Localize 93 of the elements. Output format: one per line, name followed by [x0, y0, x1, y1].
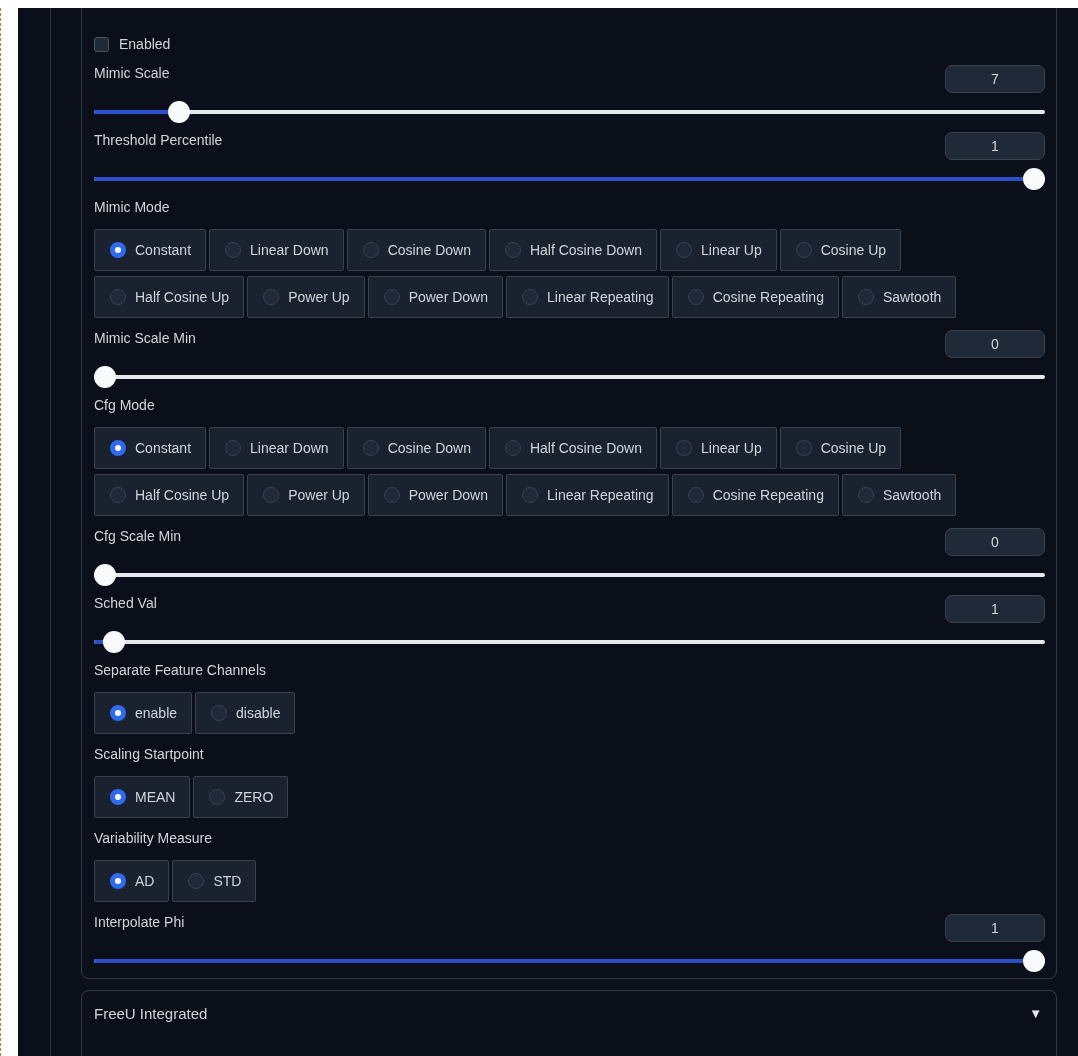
slider-thumb[interactable]: [1023, 167, 1045, 190]
radio-option[interactable]: Constant: [94, 427, 207, 469]
radio-option[interactable]: Linear Up: [660, 229, 777, 271]
radio-group-label: Separate Feature Channels: [94, 661, 267, 680]
radio-option[interactable]: Cosine Repeating: [671, 276, 839, 318]
radio-group-label: Mimic Mode: [94, 198, 171, 217]
slider-thumb[interactable]: [94, 365, 116, 388]
radio-option[interactable]: MEAN: [94, 776, 191, 818]
radio-option[interactable]: Half Cosine Up: [94, 474, 245, 516]
radio-option[interactable]: Cosine Up: [779, 427, 902, 469]
radio-option-label: enable: [135, 705, 178, 721]
radio-option-label: Cosine Repeating: [712, 289, 824, 305]
number-field[interactable]: 1: [945, 132, 1045, 160]
checkbox[interactable]: [94, 36, 109, 52]
slider-thumb[interactable]: [103, 630, 126, 653]
radio-option-label: Cosine Up: [820, 440, 887, 456]
radio-option-label: Constant: [135, 242, 192, 258]
radio-option-label: AD: [135, 873, 155, 889]
radio-option[interactable]: Linear Down: [209, 229, 344, 271]
number-field[interactable]: 1: [945, 595, 1045, 623]
radio-option-label: Linear Down: [250, 242, 329, 258]
radio-group-label: Cfg Mode: [94, 396, 156, 415]
radio-option[interactable]: ZERO: [193, 776, 289, 818]
radio-option[interactable]: Half Cosine Up: [94, 276, 245, 318]
radio-option[interactable]: AD: [94, 860, 170, 902]
radio-option[interactable]: Linear Repeating: [506, 276, 669, 318]
radio-option-label: Cosine Repeating: [712, 487, 824, 503]
slider-label: Interpolate Phi: [94, 913, 185, 932]
radio-option-label: Linear Up: [701, 242, 762, 258]
slider-label: Mimic Scale Min: [94, 329, 196, 348]
radio-option[interactable]: Power Up: [247, 474, 365, 516]
radio-option[interactable]: Linear Down: [209, 427, 344, 469]
radio-option[interactable]: Linear Repeating: [506, 474, 669, 516]
slider-thumb[interactable]: [94, 563, 116, 586]
radio-option[interactable]: Power Up: [247, 276, 365, 318]
radio-option[interactable]: Sawtooth: [841, 276, 957, 318]
checkbox-label: Enabled: [119, 35, 171, 54]
radio-option[interactable]: Sawtooth: [841, 474, 957, 516]
number-field[interactable]: 0: [945, 528, 1045, 556]
slider-label: Sched Val: [94, 594, 157, 613]
slider-label: Mimic Scale: [94, 64, 170, 83]
slider[interactable]: [94, 100, 1045, 123]
expand-toggle[interactable]: ▼: [1029, 1005, 1042, 1021]
radio-option[interactable]: Constant: [94, 229, 207, 271]
number-field[interactable]: 7: [945, 65, 1045, 93]
slider[interactable]: [94, 563, 1045, 586]
radio-option-label: Linear Repeating: [547, 487, 654, 503]
radio-option[interactable]: Linear Up: [660, 427, 777, 469]
slider-thumb[interactable]: [168, 100, 191, 123]
radio-option-label: Half Cosine Down: [529, 242, 642, 258]
slider[interactable]: [94, 365, 1045, 388]
radio-option-label: Linear Up: [701, 440, 762, 456]
slider[interactable]: [94, 630, 1045, 653]
radio-option-label: STD: [213, 873, 242, 889]
radio-option-label: ZERO: [234, 789, 274, 805]
radio-option[interactable]: STD: [172, 860, 257, 902]
radio-option-label: Power Up: [288, 487, 350, 503]
radio-option-label: Linear Repeating: [547, 289, 654, 305]
radio-option[interactable]: Cosine Down: [346, 229, 486, 271]
radio-option-label: Linear Down: [250, 440, 329, 456]
radio-option-label: Sawtooth: [882, 487, 942, 503]
number-field[interactable]: 0: [945, 330, 1045, 358]
radio-option[interactable]: Power Down: [367, 474, 503, 516]
radio-option-label: Half Cosine Down: [529, 440, 642, 456]
radio-option-label: Half Cosine Up: [135, 289, 230, 305]
radio-option[interactable]: Cosine Up: [779, 229, 902, 271]
radio-option-label: MEAN: [135, 789, 176, 805]
slider[interactable]: [94, 949, 1045, 972]
radio-option-label: Cosine Down: [387, 440, 471, 456]
radio-option-label: Half Cosine Up: [135, 487, 230, 503]
slider-label: Threshold Percentile: [94, 131, 223, 150]
slider-label: Cfg Scale Min: [94, 527, 182, 546]
slider-thumb[interactable]: [1023, 949, 1045, 972]
slider[interactable]: [94, 167, 1045, 190]
radio-option[interactable]: Half Cosine Down: [488, 427, 657, 469]
number-field[interactable]: 1: [945, 914, 1045, 942]
radio-option-label: Sawtooth: [882, 289, 942, 305]
radio-option[interactable]: Power Down: [367, 276, 503, 318]
radio-option-label: Power Down: [408, 487, 488, 503]
radio-option[interactable]: disable: [195, 692, 296, 734]
radio-option[interactable]: Half Cosine Down: [488, 229, 657, 271]
radio-group-label: Scaling Startpoint: [94, 745, 205, 764]
radio-option-label: Constant: [135, 440, 192, 456]
radio-option-label: Cosine Up: [820, 242, 887, 258]
radio-option-label: Power Down: [408, 289, 488, 305]
radio-option-label: disable: [236, 705, 281, 721]
radio-group-label: Variability Measure: [94, 829, 213, 848]
radio-option[interactable]: Cosine Down: [346, 427, 486, 469]
radio-option-label: Power Up: [288, 289, 350, 305]
radio-option[interactable]: Cosine Repeating: [671, 474, 839, 516]
accordion-title[interactable]: FreeU Integrated: [94, 1004, 208, 1022]
radio-option[interactable]: enable: [94, 692, 193, 734]
radio-option-label: Cosine Down: [387, 242, 471, 258]
